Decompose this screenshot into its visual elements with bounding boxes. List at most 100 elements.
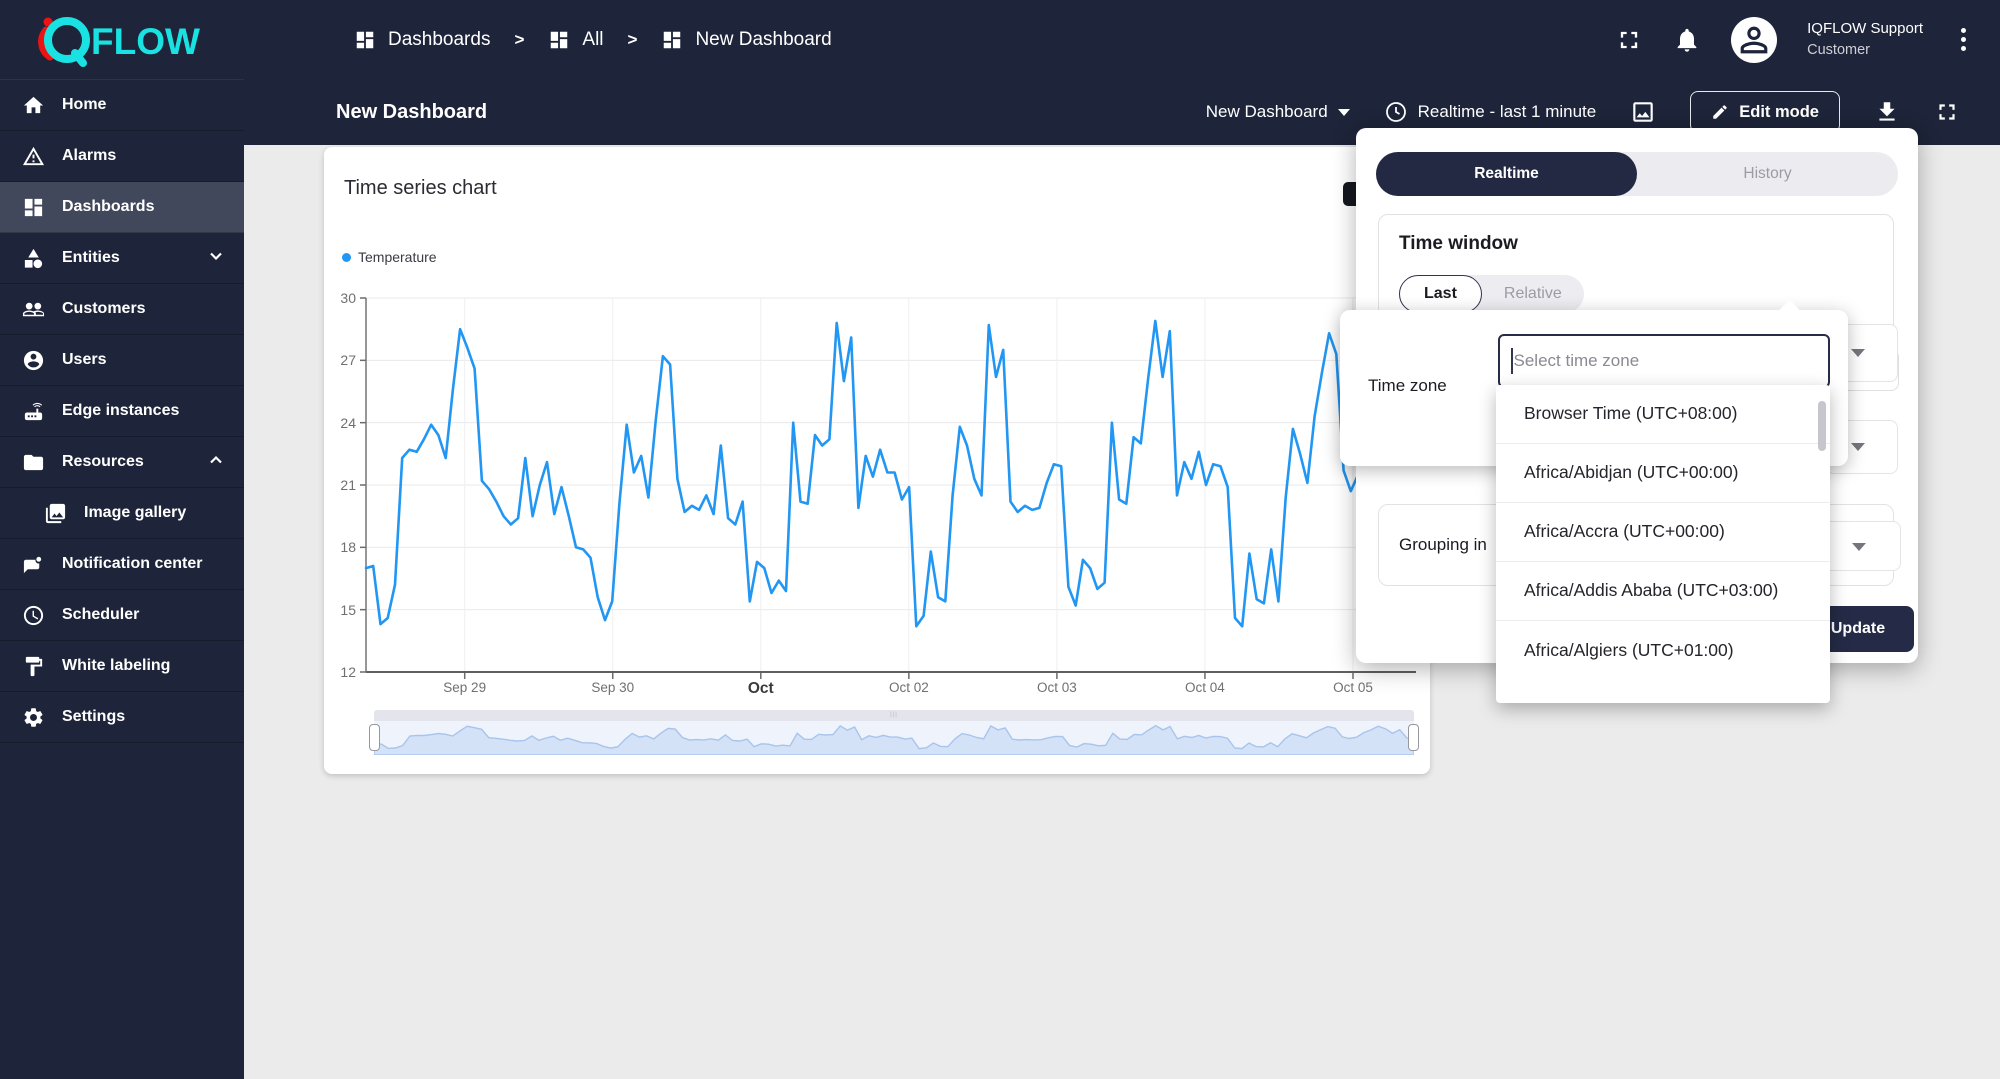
sidebar-item-image-gallery[interactable]: Image gallery <box>0 488 244 539</box>
timezone-option[interactable]: Africa/Algiers (UTC+01:00) <box>1496 621 1830 680</box>
sidebar-item-settings[interactable]: Settings <box>0 692 244 743</box>
sidebar-item-alarms[interactable]: Alarms <box>0 131 244 182</box>
edit-mode-label: Edit mode <box>1739 102 1819 121</box>
dashboards-icon <box>551 31 568 48</box>
sidebar-item-notification-center[interactable]: Notification center <box>0 539 244 590</box>
breadcrumb-label: Dashboards <box>388 28 491 50</box>
timezone-input-placeholder: Select time zone <box>1513 351 1640 370</box>
page-title: New Dashboard <box>336 100 488 123</box>
x-axis-tick-label: Oct 04 <box>1185 680 1225 695</box>
chevron-down-icon <box>1852 543 1866 551</box>
chart-title: Time series chart <box>344 177 497 199</box>
toggle-last[interactable]: Last <box>1399 275 1482 313</box>
clock-icon <box>1385 102 1406 122</box>
y-axis-tick-label: 15 <box>340 601 356 618</box>
sidebar-item-white-labeling[interactable]: White labeling <box>0 641 244 692</box>
entities-icon <box>24 248 43 268</box>
sidebar-item-users[interactable]: Users <box>0 335 244 386</box>
breadcrumb: Dashboards > All > New Dashboard <box>354 29 832 51</box>
edit-mode-button[interactable]: Edit mode <box>1690 91 1840 133</box>
sidebar-item-home[interactable]: Home <box>0 80 244 131</box>
range-handle-right[interactable] <box>1408 724 1419 751</box>
sidebar-item-label: Scheduler <box>62 606 140 623</box>
user-role: Customer <box>1807 41 1870 58</box>
time-window-label: Realtime - last 1 minute <box>1417 102 1597 121</box>
notifications-bell-icon[interactable] <box>1673 26 1701 54</box>
range-selector-area-chart <box>373 724 1415 756</box>
svg-text:FLOW: FLOW <box>91 21 200 62</box>
sidebar-item-label: Entities <box>62 249 120 266</box>
timezone-option[interactable]: Browser Time (UTC+08:00) <box>1496 385 1830 444</box>
iqflow-logo[interactable]: FLOW <box>0 13 244 67</box>
kebab-menu-icon[interactable] <box>1953 24 1974 55</box>
time-series-widget: Time series chart Temperature 30 27 24 21 18… <box>324 147 1430 774</box>
toolbar-actions: New Dashboard Realtime - last 1 minute E… <box>1206 91 2000 133</box>
x-axis-tick-label: Oct 02 <box>888 680 929 695</box>
home-icon <box>23 96 44 113</box>
breadcrumb-item-dashboards[interactable]: Dashboards <box>354 29 490 51</box>
dropdown-scrollbar-thumb[interactable] <box>1818 401 1826 451</box>
breadcrumb-separator: > <box>627 29 638 49</box>
chevron-down-icon <box>1851 349 1865 357</box>
legend-label: Temperature <box>358 249 437 265</box>
image-export-icon[interactable] <box>1630 99 1656 125</box>
chart-legend[interactable]: Temperature <box>342 249 437 265</box>
breadcrumb-separator: > <box>514 29 525 49</box>
x-axis-tick-label: Sep 30 <box>591 680 635 695</box>
iqflow-logo-icon: FLOW <box>38 16 200 67</box>
download-icon[interactable] <box>1874 99 1900 125</box>
dashboard-select[interactable]: New Dashboard <box>1206 102 1350 122</box>
resources-icon <box>23 454 44 470</box>
sidebar-item-label: White labeling <box>62 657 171 674</box>
sidebar-item-resources[interactable]: Resources <box>0 437 244 488</box>
breadcrumb-item-new-dashboard[interactable]: New Dashboard <box>661 28 832 51</box>
range-selector-drag-strip[interactable]: ||| <box>374 710 1414 721</box>
realtime-history-tabs: Realtime History <box>1376 152 1898 196</box>
timezone-option[interactable]: Africa/Accra (UTC+00:00) <box>1496 503 1830 562</box>
sidebar-item-edge-instances[interactable]: Edge instances <box>0 386 244 437</box>
timezone-search-input[interactable]: Select time zone <box>1498 334 1830 388</box>
customers-icon <box>22 302 45 316</box>
chevron-down-icon <box>1851 443 1865 451</box>
grouping-interval-label: Grouping in <box>1399 535 1487 554</box>
timezone-option[interactable]: Africa/Addis Ababa (UTC+03:00) <box>1496 562 1830 621</box>
user-avatar[interactable] <box>1731 16 1778 63</box>
tab-history[interactable]: History <box>1637 152 1898 196</box>
fullscreen-dashboard-icon[interactable] <box>1934 99 1960 125</box>
sidebar-item-label: Users <box>62 351 107 368</box>
fullscreen-icon[interactable] <box>1615 26 1643 54</box>
breadcrumb-label: New Dashboard <box>695 28 832 50</box>
tab-realtime[interactable]: Realtime <box>1376 152 1637 196</box>
white-labeling-icon <box>25 656 43 676</box>
timezone-options-dropdown: Browser Time (UTC+08:00) Africa/Abidjan (… <box>1496 385 1830 703</box>
y-axis-tick-label: 30 <box>340 290 356 306</box>
sidebar-item-scheduler[interactable]: Scheduler <box>0 590 244 641</box>
range-handle-left[interactable] <box>369 724 380 751</box>
notification-center-icon <box>23 556 42 573</box>
chevron-down-icon <box>1337 108 1350 116</box>
sidebar-item-label: Image gallery <box>84 504 187 521</box>
sidebar-item-label: Notification center <box>62 555 203 572</box>
breadcrumb-item-all[interactable]: All <box>548 29 604 51</box>
time-window-button[interactable]: Realtime - last 1 minute <box>1384 100 1597 124</box>
dashboards-icon <box>356 31 374 48</box>
y-axis-tick-label: 18 <box>340 539 356 556</box>
sidebar-item-label: Alarms <box>62 147 117 164</box>
temperature-line-chart <box>360 297 1418 679</box>
chart-range-selector[interactable]: ||| <box>369 710 1419 756</box>
person-icon <box>1740 26 1768 53</box>
x-axis-tick-label: Oct 03 <box>1037 680 1077 695</box>
timezone-options-list: Browser Time (UTC+08:00) Africa/Abidjan (… <box>1496 385 1830 680</box>
toggle-relative[interactable]: Relative <box>1482 285 1584 303</box>
sidebar-item-entities[interactable]: Entities <box>0 233 244 284</box>
y-axis-tick-label: 12 <box>340 664 356 680</box>
sidebar-item-customers[interactable]: Customers <box>0 284 244 335</box>
x-axis-tick-label: Oct 05 <box>1333 680 1373 695</box>
app-root: FLOW Dashboards > All > New Dashboard IQFLOW… <box>0 0 2000 1079</box>
range-selector-preview[interactable] <box>373 721 1415 756</box>
sidebar-item-label: Resources <box>62 453 144 470</box>
sidebar-item-label: Home <box>62 96 107 113</box>
sidebar-item-dashboards[interactable]: Dashboards <box>0 182 244 233</box>
sidebar-item-label: Settings <box>62 708 126 725</box>
timezone-option[interactable]: Africa/Abidjan (UTC+00:00) <box>1496 444 1830 503</box>
